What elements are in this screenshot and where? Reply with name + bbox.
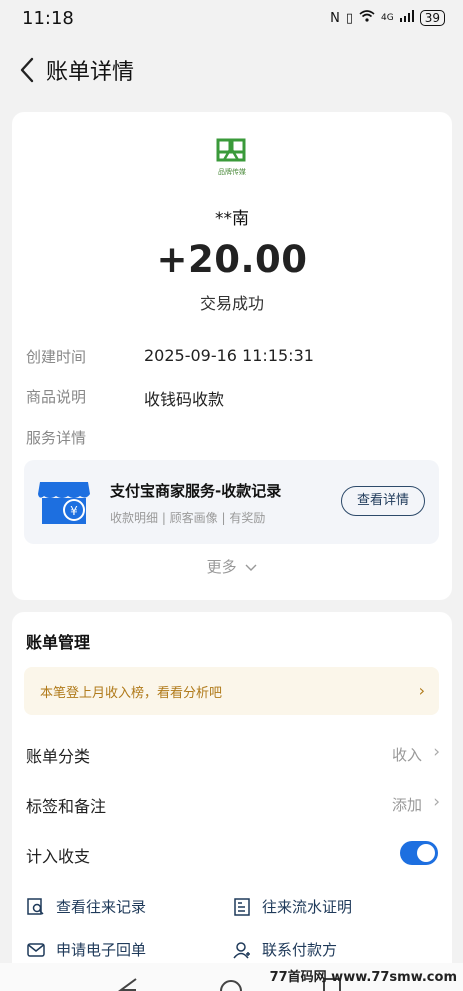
status-bar: 11:18 N ▯ 4G 39 — [0, 0, 463, 36]
nav-bar: 账单详情 — [0, 44, 463, 96]
tags-notes-value: 添加 — [391, 796, 422, 814]
status-icons: N ▯ 4G 39 — [330, 10, 445, 26]
e-receipt-link[interactable]: 申请电子回单 — [26, 939, 146, 960]
more-label: 更多 — [206, 558, 237, 576]
back-button[interactable] — [8, 51, 46, 89]
promo-banner[interactable]: 本笔登上月收入榜，看看分析吧 › — [24, 667, 439, 715]
service-detail-label: 服务详情 — [26, 429, 87, 447]
battery-icon: 39 — [419, 10, 445, 26]
tags-notes-label: 标签和备注 — [26, 797, 107, 816]
nfc-icon: N — [330, 10, 340, 26]
chevron-right-icon: › — [433, 742, 440, 762]
merchant-name: **南 — [215, 209, 249, 229]
bill-category-row[interactable]: 账单分类 收入 › — [12, 733, 452, 773]
transaction-card: 品牌传媒 **南 +20.00 交易成功 创建时间 2025-09-16 11:… — [12, 112, 452, 600]
promo-text: 本笔登上月收入榜，看看分析吧 — [40, 686, 223, 701]
contact-payer-link[interactable]: 联系付款方 — [232, 939, 337, 960]
page-title: 账单详情 — [46, 60, 135, 85]
certificate-icon — [232, 897, 252, 917]
home-circle-icon[interactable] — [219, 977, 243, 991]
include-stats-toggle[interactable] — [400, 841, 438, 865]
contact-icon — [232, 940, 252, 960]
view-history-link[interactable]: 查看往来记录 — [26, 896, 146, 917]
signal-icon — [399, 10, 414, 26]
bill-management-title: 账单管理 — [26, 633, 91, 652]
transaction-amount: +20.00 — [156, 238, 308, 281]
bill-category-value: 收入 — [391, 746, 422, 764]
service-subtitle: 收款明细 | 顾客画像 | 有奖励 — [110, 511, 266, 525]
search-doc-icon — [26, 897, 46, 917]
vibrate-icon: ▯ — [345, 10, 354, 26]
network-label: 4G — [381, 13, 394, 23]
back-triangle-icon[interactable] — [118, 977, 138, 991]
bill-category-label: 账单分类 — [26, 747, 91, 766]
more-button[interactable]: 更多 — [12, 556, 452, 577]
view-history-label: 查看往来记录 — [56, 898, 147, 916]
transaction-status: 交易成功 — [199, 294, 264, 313]
watermark: 77首码网 www.77smw.com — [269, 970, 457, 985]
contact-payer-label: 联系付款方 — [262, 941, 338, 959]
view-detail-button[interactable]: 查看详情 — [341, 486, 425, 516]
created-time-value: 2025-09-16 11:15:31 — [144, 346, 314, 365]
tags-notes-row[interactable]: 标签和备注 添加 › — [12, 783, 452, 823]
product-desc-label: 商品说明 — [26, 388, 87, 406]
chevron-right-icon: › — [433, 792, 440, 812]
service-title: 支付宝商家服务-收款记录 — [110, 482, 282, 500]
chevron-left-icon — [20, 57, 34, 83]
created-time-label: 创建时间 — [26, 348, 87, 366]
chevron-right-icon: › — [418, 681, 425, 700]
include-stats-label: 计入收支 — [26, 847, 91, 866]
wifi-icon — [359, 10, 375, 26]
chevron-down-icon — [245, 564, 257, 571]
mail-icon — [26, 940, 46, 960]
product-desc-value: 收钱码收款 — [144, 390, 225, 409]
shop-icon: ¥ — [38, 482, 90, 524]
include-stats-row: 计入收支 — [12, 833, 452, 873]
flow-certificate-link[interactable]: 往来流水证明 — [232, 896, 352, 917]
merchant-logo-text: 品牌传媒 — [218, 168, 246, 176]
status-time: 11:18 — [22, 7, 74, 29]
e-receipt-label: 申请电子回单 — [56, 941, 147, 959]
bill-management-card: 账单管理 本笔登上月收入榜，看看分析吧 › 账单分类 收入 › 标签和备注 添加… — [12, 612, 452, 982]
flow-certificate-label: 往来流水证明 — [262, 898, 353, 916]
toggle-knob — [417, 844, 435, 862]
service-card[interactable]: ¥ 支付宝商家服务-收款记录 收款明细 | 顾客画像 | 有奖励 查看详情 — [24, 460, 439, 544]
svg-text:¥: ¥ — [70, 504, 78, 518]
